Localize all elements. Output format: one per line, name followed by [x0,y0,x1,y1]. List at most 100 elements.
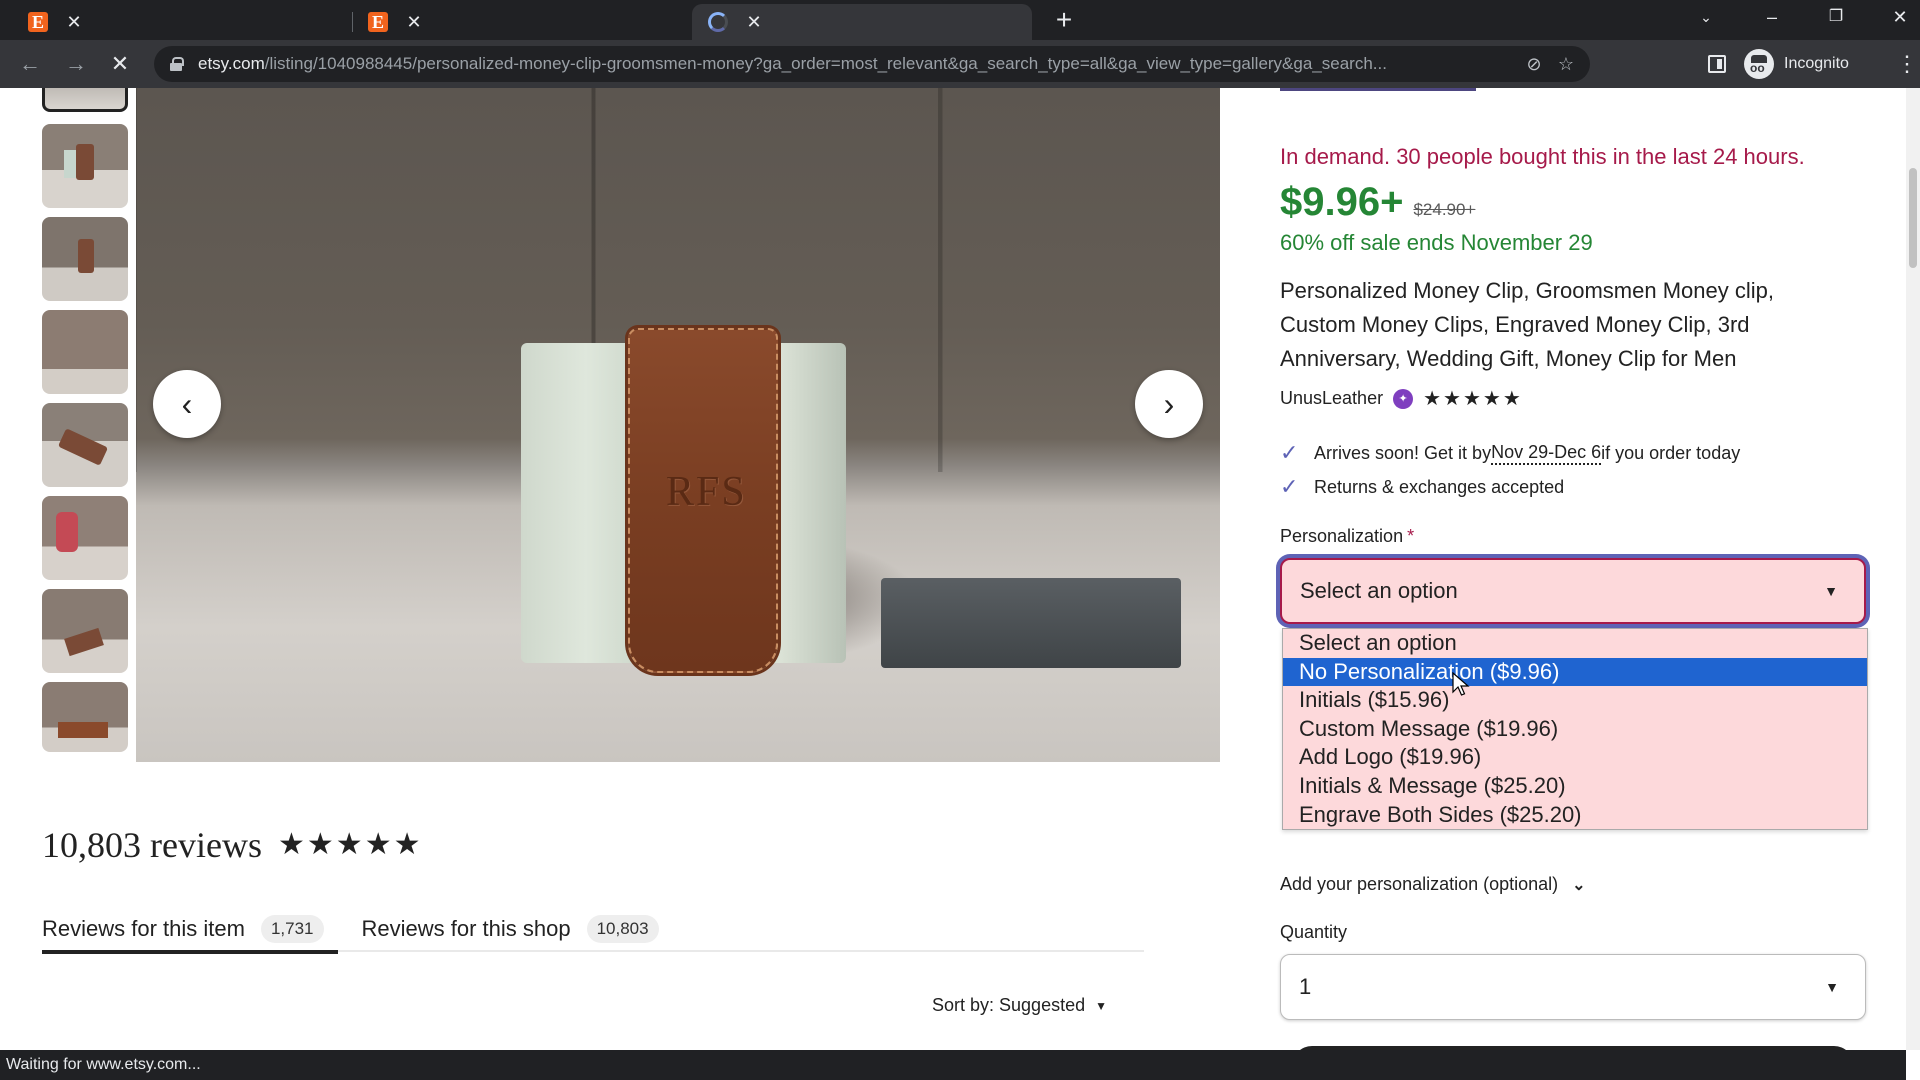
count-badge: 1,731 [260,915,324,943]
close-window-icon[interactable]: ✕ [1872,0,1920,34]
forward-arrow-icon[interactable]: → [60,48,92,80]
star-icon: ★ [335,828,363,861]
option-initials-message[interactable]: Initials & Message ($25.20) [1283,772,1867,801]
checkmark-icon: ✓ [1280,474,1299,499]
shop-rating-stars[interactable]: ★ ★ ★ ★ ★ [1423,389,1521,409]
star-icon: ★ [364,828,392,861]
thumbnail[interactable] [42,217,128,301]
count-badge: 10,803 [586,915,659,943]
personalization-options-list: Select an option No Personalization ($9.… [1282,628,1868,831]
close-tab-icon[interactable]: ✕ [402,12,426,33]
returns-perk: ✓ Returns & exchanges accepted [1280,474,1564,500]
close-tab-icon[interactable]: ✕ [742,12,766,33]
restore-icon[interactable]: ❐ [1808,0,1864,34]
thumbnail[interactable] [42,403,128,487]
original-price: $24.90+ [1413,200,1476,219]
browser-tab-strip: E Coloring Books - Etsy ✕ E Money Clips … [0,0,1920,220]
toggle-label: Add your personalization (optional) [1280,874,1559,894]
chevron-down-icon: ⌄ [1572,876,1586,894]
tab-reviews-shop[interactable]: Reviews for this shop 10,803 [362,908,659,950]
url-path: /listing/1040988445/personalized-money-c… [264,54,1387,73]
thumbnail[interactable] [42,310,128,394]
star-seller-icon: ✦ [1393,388,1414,409]
status-message: Waiting for www.etsy.com... [6,1056,201,1073]
star-icon: ★ [306,828,334,861]
reviews-count: 10,803 reviews [42,825,262,865]
option-engrave-both-sides[interactable]: Engrave Both Sides ($25.20) [1283,801,1867,830]
option-initials[interactable]: Initials ($15.96) [1283,686,1867,715]
listing-title: Personalized Money Clip, Groomsmen Money… [1280,278,1774,371]
price-row: $9.96+ $24.90+ [1280,180,1475,225]
active-section-indicator [1280,88,1476,91]
side-panel-icon[interactable] [1708,55,1726,73]
browser-status-bar: Waiting for www.etsy.com... [0,1050,1906,1080]
sale-notice: 60% off sale ends November 29 [1280,230,1593,255]
etsy-listing-page: RFS ‹ › 10,803 reviews ★ ★ ★ ★ ★ Reviews… [0,88,1906,1050]
star-icon: ★ [1423,387,1442,410]
close-tab-icon[interactable]: ✕ [62,12,86,33]
rating-stars: ★ ★ ★ ★ ★ [278,830,421,860]
bookmark-star-icon[interactable]: ☆ [1550,54,1582,75]
checkmark-icon: ✓ [1280,440,1299,465]
thumbnail-selected[interactable] [42,88,128,112]
back-arrow-icon[interactable]: ← [14,48,46,80]
caret-down-icon: ▼ [1824,583,1838,599]
option-custom-message[interactable]: Custom Message ($19.96) [1283,715,1867,744]
tab-personalized-money-clip[interactable]: Personalized Money Clip Groom ✕ [692,4,1032,219]
new-tab-button[interactable]: + [1048,4,1080,36]
label-text: Personalization [1280,526,1404,546]
arrival-perk: ✓ Arrives soon! Get it by Nov 29-Dec 6 i… [1280,440,1740,466]
shop-name-link[interactable]: UnusLeather [1280,388,1383,409]
url-text[interactable]: etsy.com/listing/1040988445/personalized… [198,54,1518,74]
tab-label: Reviews for this item [42,916,245,941]
incognito-profile-button[interactable]: Incognito [1744,48,1849,80]
browser-toolbar: ← → ✕ etsy.com/listing/1040988445/person… [0,40,1920,88]
caret-down-icon: ▼ [1095,998,1107,1013]
main-product-image: RFS ‹ › [136,88,1220,762]
sale-price: $9.96+ [1280,180,1404,224]
personalization-label: Personalization * [1280,526,1414,547]
thumbnail[interactable] [42,589,128,673]
etsy-icon: E [368,12,388,32]
etsy-icon: E [28,12,48,32]
returns-text: Returns & exchanges accepted [1314,476,1565,497]
tab-reviews-item[interactable]: Reviews for this item 1,731 [42,908,337,954]
previous-image-button[interactable]: ‹ [153,370,221,438]
scrollbar-thumb[interactable] [1909,168,1917,268]
option-select[interactable]: Select an option [1283,629,1867,658]
quantity-select[interactable]: 1 ▼ [1280,954,1866,1020]
sort-dropdown[interactable]: Sort by: Suggested ▼ [932,995,1107,1016]
monogram-text: RFS [666,469,747,515]
lock-icon [170,57,184,71]
thumbnail[interactable] [42,682,128,752]
quantity-label: Quantity [1280,922,1348,942]
page-scrollbar[interactable] [1906,88,1920,1050]
next-image-button[interactable]: › [1135,370,1203,438]
star-icon: ★ [277,828,305,861]
option-add-logo[interactable]: Add Logo ($19.96) [1283,743,1867,772]
more-menu-icon[interactable]: ⋮ [1896,48,1918,80]
address-bar[interactable]: etsy.com/listing/1040988445/personalized… [154,46,1590,82]
arrival-dates-link[interactable]: Nov 29-Dec 6 [1491,442,1602,465]
tab-coloring-books[interactable]: E Coloring Books - Etsy ✕ [12,4,348,220]
vise-tool [881,578,1181,668]
tab-label: Reviews for this shop [361,916,571,941]
reviews-header: 10,803 reviews ★ ★ ★ ★ ★ [42,824,421,866]
option-no-personalization[interactable]: No Personalization ($9.96) [1283,657,1867,687]
star-icon: ★ [393,828,421,861]
star-icon: ★ [1462,387,1481,410]
star-icon: ★ [1482,387,1501,410]
personalization-select[interactable]: Select an option ▼ [1280,558,1866,624]
eye-off-icon[interactable]: ⊘ [1518,54,1550,75]
thumbnail[interactable] [42,124,128,208]
thumbnail[interactable] [42,496,128,580]
arrival-prefix: Arrives soon! Get it by [1314,442,1492,463]
tab-money-clips[interactable]: E Money Clips - Etsy ✕ [352,4,688,220]
stop-loading-icon[interactable]: ✕ [104,48,136,80]
arrival-suffix: if you order today [1601,442,1741,463]
chevron-right-icon: › [1163,385,1175,422]
star-icon: ★ [1502,387,1521,410]
tab-search-chevron-icon[interactable]: ⌄ [1678,0,1734,34]
add-personalization-toggle[interactable]: Add your personalization (optional) ⌄ [1280,874,1586,895]
minimize-icon[interactable]: – [1744,0,1800,34]
